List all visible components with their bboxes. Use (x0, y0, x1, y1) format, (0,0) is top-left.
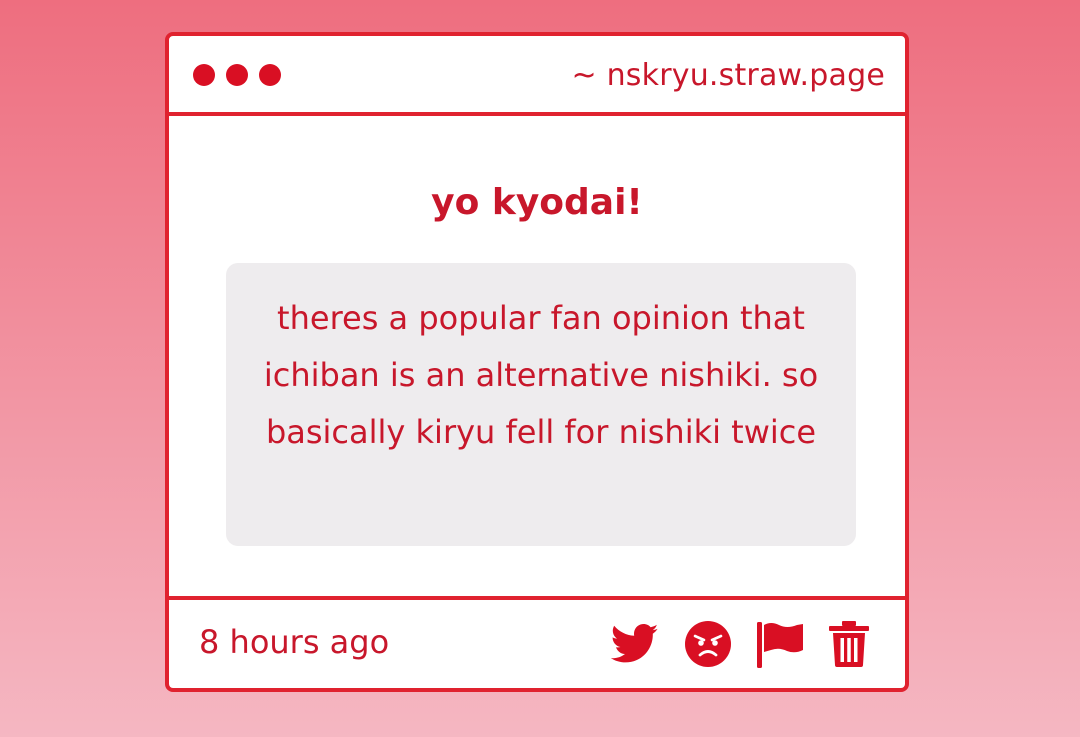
post-actions (611, 618, 869, 670)
angry-face-icon (685, 621, 731, 667)
trash-icon (829, 621, 869, 667)
page-url: ~ nskryu.straw.page (571, 58, 885, 93)
report-button[interactable] (757, 620, 803, 668)
window-titlebar: ~ nskryu.straw.page (169, 36, 905, 116)
message-box: theres a popular fan opinion that ichiba… (226, 263, 856, 546)
post-card: ~ nskryu.straw.page yo kyodai! theres a … (165, 32, 909, 692)
window-dot-icon (226, 64, 248, 86)
post-content: yo kyodai! theres a popular fan opinion … (169, 116, 905, 600)
twitter-icon (611, 624, 659, 663)
post-timestamp: 8 hours ago (199, 623, 390, 661)
window-dot-icon (193, 64, 215, 86)
twitter-share-button[interactable] (611, 623, 659, 665)
post-footer: 8 hours ago (169, 596, 905, 688)
delete-button[interactable] (829, 621, 869, 667)
flag-icon (757, 622, 803, 668)
angry-reaction-button[interactable] (685, 621, 731, 667)
window-controls (193, 64, 281, 86)
message-text: theres a popular fan opinion that ichiba… (263, 299, 819, 451)
window-dot-icon (259, 64, 281, 86)
post-greeting: yo kyodai! (431, 182, 643, 223)
